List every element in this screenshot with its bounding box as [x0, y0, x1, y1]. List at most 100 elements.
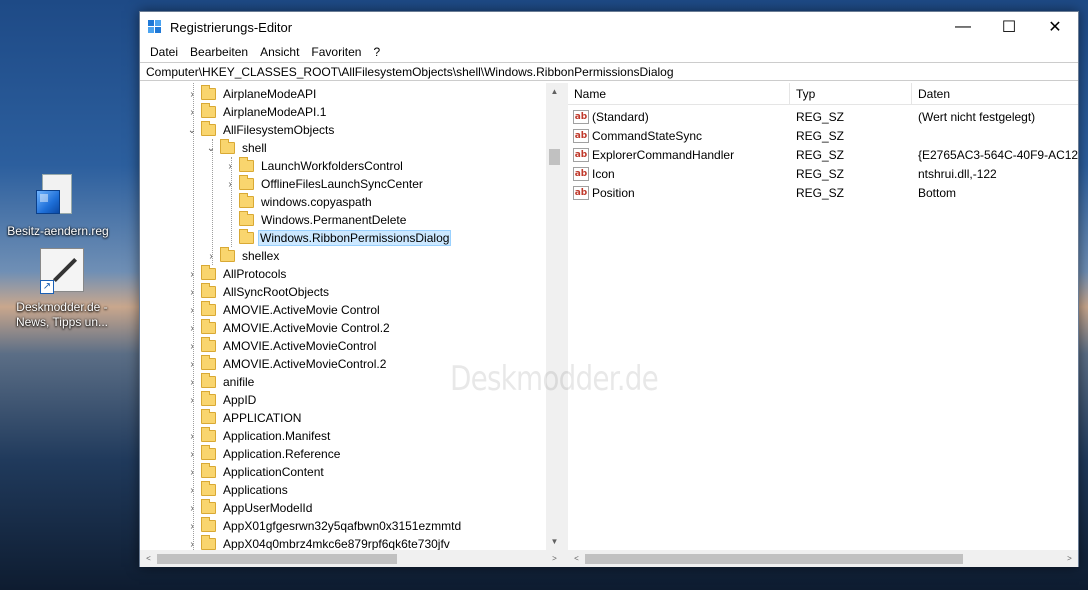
tree-horizontal-scroll-thumb[interactable]: [157, 554, 397, 564]
tree-item[interactable]: › AMOVIE.ActiveMovieControl.2: [186, 355, 389, 373]
tree-horizontal-scrollbar[interactable]: < >: [140, 550, 563, 567]
value-name-cell: ab CommandStateSync: [568, 128, 790, 143]
tree-item[interactable]: › Application.Reference: [186, 445, 343, 463]
expanded-chevron-icon[interactable]: ⌄: [186, 121, 198, 139]
maximize-button[interactable]: ☐: [986, 12, 1032, 42]
tree-item[interactable]: Windows.PermanentDelete: [224, 211, 409, 229]
value-row[interactable]: ab Icon REG_SZ ntshrui.dll,-122: [568, 164, 1078, 183]
collapsed-chevron-icon[interactable]: ›: [224, 157, 236, 175]
tree-pane: › AirplaneModeAPI › AirplaneModeAPI.1 ⌄ AllFi…: [140, 83, 563, 567]
desktop-icon-shortcut[interactable]: ↗ Deskmodder.de - News, Tipps un...: [7, 248, 117, 330]
tree-item[interactable]: › AMOVIE.ActiveMovie Control: [186, 301, 383, 319]
tree-item[interactable]: ⌄ shell: [205, 139, 270, 157]
collapsed-chevron-icon[interactable]: ›: [186, 85, 198, 103]
scroll-down-arrow-icon[interactable]: ▼: [546, 533, 563, 550]
collapsed-chevron-icon[interactable]: ›: [186, 517, 198, 535]
tree-item[interactable]: APPLICATION: [186, 409, 304, 427]
folder-icon: [201, 103, 216, 118]
tree-item[interactable]: › AppX01gfgesrwn32y5qafbwn0x3151ezmmtd: [186, 517, 464, 535]
column-header-data[interactable]: Daten: [912, 83, 1078, 105]
tree-item[interactable]: › shellex: [205, 247, 282, 265]
minimize-button[interactable]: —: [940, 12, 986, 42]
collapsed-chevron-icon[interactable]: ›: [186, 355, 198, 373]
tree-item-label: AMOVIE.ActiveMovie Control.2: [223, 321, 390, 335]
collapsed-chevron-icon[interactable]: ›: [186, 535, 198, 550]
menu-datei[interactable]: Datei: [144, 45, 184, 59]
tree-item[interactable]: › AirplaneModeAPI.1: [186, 103, 329, 121]
tree-item[interactable]: › AllSyncRootObjects: [186, 283, 332, 301]
scroll-right-arrow-icon[interactable]: >: [546, 550, 563, 567]
value-row[interactable]: ab Position REG_SZ Bottom: [568, 183, 1078, 202]
value-data: (Wert nicht festgelegt): [918, 109, 1036, 124]
column-header-type[interactable]: Typ: [790, 83, 912, 105]
collapsed-chevron-icon[interactable]: ›: [186, 427, 198, 445]
tree-item[interactable]: › AppID: [186, 391, 259, 409]
tree-item[interactable]: › LaunchWorkfoldersControl: [224, 157, 406, 175]
values-horizontal-scroll-thumb[interactable]: [585, 554, 963, 564]
tree-item[interactable]: › AMOVIE.ActiveMovieControl: [186, 337, 379, 355]
menu-help[interactable]: ?: [367, 45, 386, 59]
scroll-right-arrow-icon[interactable]: >: [1061, 550, 1078, 567]
tree-item[interactable]: › AppX04q0mbrz4mkc6e879rpf6qk6te730jfv: [186, 535, 453, 550]
collapsed-chevron-icon[interactable]: ›: [186, 373, 198, 391]
collapsed-chevron-icon[interactable]: ›: [186, 445, 198, 463]
value-type: REG_SZ: [796, 109, 845, 124]
scroll-left-arrow-icon[interactable]: <: [568, 550, 585, 567]
folder-icon: [239, 193, 254, 208]
title-bar[interactable]: Registrierungs-Editor — ☐ ✕: [140, 12, 1078, 42]
value-row[interactable]: ab ExplorerCommandHandler REG_SZ {E2765AC3-…: [568, 145, 1078, 164]
values-horizontal-scrollbar[interactable]: < >: [568, 550, 1078, 567]
tree-item[interactable]: › ApplicationContent: [186, 463, 327, 481]
value-row[interactable]: ab CommandStateSync REG_SZ: [568, 126, 1078, 145]
value-row[interactable]: ab (Standard) REG_SZ (Wert nicht festgelegt…: [568, 107, 1078, 126]
tree-item[interactable]: › AMOVIE.ActiveMovie Control.2: [186, 319, 393, 337]
folder-icon: [201, 517, 216, 532]
scroll-left-arrow-icon[interactable]: <: [140, 550, 157, 567]
collapsed-chevron-icon[interactable]: ›: [186, 337, 198, 355]
tree-item-label: AppID: [223, 393, 257, 407]
scroll-up-arrow-icon[interactable]: ▲: [546, 83, 563, 100]
tree-item[interactable]: › OfflineFilesLaunchSyncCenter: [224, 175, 426, 193]
collapsed-chevron-icon[interactable]: ›: [186, 103, 198, 121]
tree-item[interactable]: windows.copyaspath: [224, 193, 375, 211]
collapsed-chevron-icon[interactable]: ›: [186, 463, 198, 481]
collapsed-chevron-icon[interactable]: ›: [186, 265, 198, 283]
tree-item[interactable]: Windows.RibbonPermissionsDialog: [224, 229, 452, 247]
folder-icon: [201, 499, 216, 514]
collapsed-chevron-icon[interactable]: ›: [186, 319, 198, 337]
expanded-chevron-icon[interactable]: ⌄: [205, 139, 217, 157]
tree-item[interactable]: › AirplaneModeAPI: [186, 85, 319, 103]
folder-icon: [201, 121, 216, 136]
tree-item-label: anifile: [223, 375, 255, 389]
menu-bearbeiten[interactable]: Bearbeiten: [184, 45, 254, 59]
folder-icon: [220, 139, 235, 154]
collapsed-chevron-icon[interactable]: ›: [186, 391, 198, 409]
tree-item-label: Windows.PermanentDelete: [261, 213, 407, 227]
menu-bar: Datei Bearbeiten Ansicht Favoriten ?: [140, 42, 1078, 62]
key-tree[interactable]: › AirplaneModeAPI › AirplaneModeAPI.1 ⌄ AllFi…: [140, 83, 546, 550]
tree-item[interactable]: › AppUserModelId: [186, 499, 315, 517]
tree-item[interactable]: ⌄ AllFilesystemObjects: [186, 121, 337, 139]
tree-vertical-scrollbar[interactable]: ▲ ▼: [546, 83, 563, 550]
column-header-name[interactable]: Name: [568, 83, 790, 105]
tree-item[interactable]: › Applications: [186, 481, 291, 499]
value-data: {E2765AC3-564C-40F9-AC12-C: [918, 147, 1078, 162]
collapsed-chevron-icon[interactable]: ›: [224, 175, 236, 193]
collapsed-chevron-icon[interactable]: ›: [186, 283, 198, 301]
collapsed-chevron-icon[interactable]: ›: [186, 499, 198, 517]
tree-vertical-scroll-thumb[interactable]: [549, 149, 560, 165]
tree-item[interactable]: › AllProtocols: [186, 265, 289, 283]
desktop-icon-reg-file[interactable]: Besitz-aendern.reg: [3, 172, 113, 239]
close-button[interactable]: ✕: [1032, 12, 1078, 42]
collapsed-chevron-icon[interactable]: ›: [186, 301, 198, 319]
tree-item[interactable]: › Application.Manifest: [186, 427, 333, 445]
address-bar[interactable]: Computer\HKEY_CLASSES_ROOT\AllFilesystem…: [140, 62, 1078, 81]
tree-item[interactable]: › anifile: [186, 373, 257, 391]
collapsed-chevron-icon[interactable]: ›: [186, 481, 198, 499]
collapsed-chevron-icon[interactable]: ›: [205, 247, 217, 265]
menu-favoriten[interactable]: Favoriten: [305, 45, 367, 59]
menu-ansicht[interactable]: Ansicht: [254, 45, 305, 59]
value-type: REG_SZ: [796, 185, 845, 200]
